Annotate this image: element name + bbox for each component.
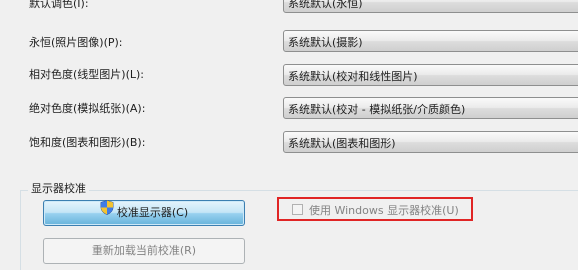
- calibration-group-border: [20, 190, 578, 191]
- perceptual-label: 永恒(照片图像)(P):: [29, 36, 123, 49]
- reload-calibration-label: 重新加载当前校准(R): [91, 244, 197, 257]
- calibrate-display-button[interactable]: 校准显示器(C): [43, 199, 245, 226]
- absolute-colorimetric-label: 绝对色度(模拟纸张)(A):: [29, 102, 146, 115]
- saturation-value: 系统默认(图表和图形): [288, 137, 396, 150]
- calibration-group-border-left: [20, 190, 21, 270]
- default-rendering-value: 系统默认(永恒): [288, 0, 363, 10]
- use-windows-calibration-highlight: 使用 Windows 显示器校准(U): [277, 197, 473, 221]
- saturation-label: 饱和度(图表和图形)(B):: [29, 136, 146, 149]
- default-rendering-combo[interactable]: 系统默认(永恒): [283, 0, 578, 13]
- absolute-colorimetric-value: 系统默认(校对 - 模拟纸张/介质颜色): [288, 103, 466, 116]
- default-rendering-label: 默认调色(I):: [29, 0, 89, 10]
- use-windows-calibration-checkbox[interactable]: [292, 204, 303, 215]
- perceptual-combo[interactable]: 系统默认(摄影): [283, 30, 578, 52]
- calibration-group-title: 显示器校准: [28, 180, 89, 196]
- uac-shield-icon: [100, 199, 114, 224]
- absolute-colorimetric-combo[interactable]: 系统默认(校对 - 模拟纸张/介质颜色): [283, 97, 578, 119]
- use-windows-calibration-label: 使用 Windows 显示器校准(U): [309, 204, 459, 217]
- saturation-combo[interactable]: 系统默认(图表和图形): [283, 131, 578, 153]
- relative-colorimetric-value: 系统默认(校对和线性图片): [288, 70, 418, 83]
- relative-colorimetric-combo[interactable]: 系统默认(校对和线性图片): [283, 64, 578, 86]
- reload-calibration-button: 重新加载当前校准(R): [43, 238, 245, 264]
- relative-colorimetric-label: 相对色度(线型图片)(L):: [29, 68, 144, 81]
- perceptual-value: 系统默认(摄影): [288, 36, 363, 49]
- calibrate-display-label: 校准显示器(C): [116, 206, 189, 219]
